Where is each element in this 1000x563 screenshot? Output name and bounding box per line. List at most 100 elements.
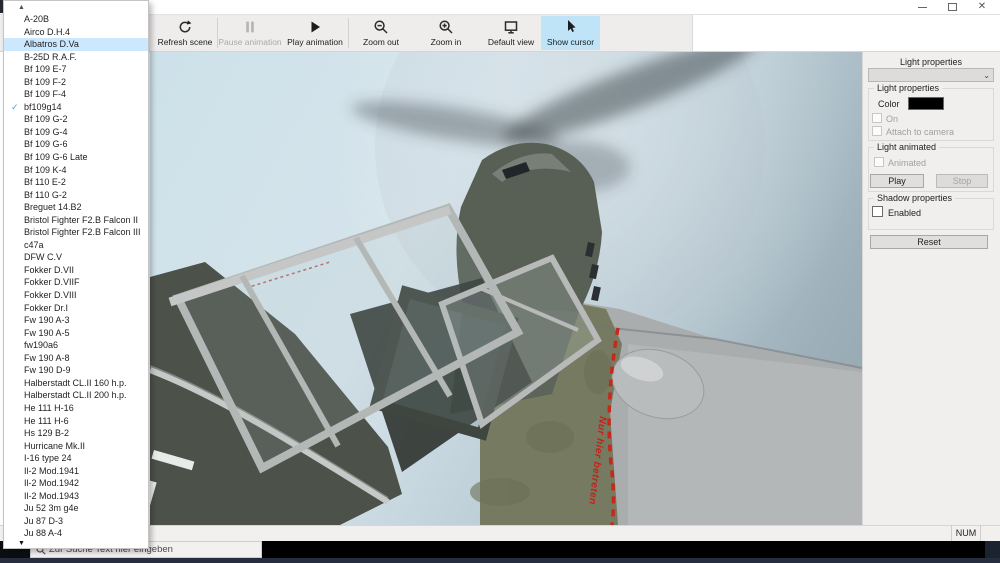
check-icon: ✓ (11, 101, 19, 112)
aircraft-list-item[interactable]: Ju 87 D-3 (4, 515, 148, 528)
aircraft-list-item[interactable]: Fw 190 A-5 (4, 327, 148, 340)
reset-button[interactable]: Reset (870, 235, 988, 249)
aircraft-list-item[interactable]: A-20B (4, 13, 148, 26)
aircraft-list-item-label: Bf 109 G-6 Late (24, 152, 88, 163)
aircraft-list-item[interactable]: Fw 190 A-3 (4, 314, 148, 327)
toolbar-button-label: Show cursor (546, 37, 595, 47)
aircraft-list-item[interactable]: Bf 109 K-4 (4, 164, 148, 177)
aircraft-list-item[interactable]: Fokker Dr.I (4, 302, 148, 315)
aircraft-list-item[interactable]: Halberstadt CL.II 160 h.p. (4, 377, 148, 390)
scroll-down-button[interactable]: ▼ (4, 539, 148, 548)
show-cursor-button[interactable]: Show cursor (541, 16, 600, 50)
aircraft-list-item-label: Fokker D.VIIF (24, 277, 80, 288)
aircraft-list-item-label: Breguet 14.B2 (24, 202, 82, 213)
stop-button: Stop (936, 174, 988, 188)
aircraft-list-item[interactable]: DFW C.V (4, 251, 148, 264)
aircraft-list-item-label: I-16 type 24 (24, 453, 72, 464)
aircraft-list-item[interactable]: Fokker D.VIIF (4, 276, 148, 289)
aircraft-list-item-label: Fokker D.VIII (24, 290, 77, 301)
color-swatch[interactable] (908, 97, 944, 110)
aircraft-list-item-label: Fw 190 A-3 (24, 315, 70, 326)
aircraft-list-item[interactable]: Bf 109 G-6 Late (4, 151, 148, 164)
scroll-up-button[interactable]: ▲ (4, 1, 148, 13)
aircraft-list-item[interactable]: Hurricane Mk.II (4, 440, 148, 453)
zoom-in-button[interactable]: Zoom in (414, 16, 478, 50)
aircraft-list-item-label: Bf 109 F-4 (24, 89, 67, 100)
minimize-button[interactable] (907, 0, 937, 14)
aircraft-list-item[interactable]: Il-2 Mod.1942 (4, 477, 148, 490)
aircraft-list-item-label: Ju 52 3m g4e (24, 503, 79, 514)
shadow-properties-group-label: Shadow properties (874, 193, 956, 203)
close-button[interactable]: ✕ (967, 0, 997, 14)
aircraft-list-item[interactable]: Bf 109 E-7 (4, 63, 148, 76)
aircraft-list-item[interactable]: Bf 109 G-4 (4, 126, 148, 139)
aircraft-list-item[interactable]: Fokker D.VIII (4, 289, 148, 302)
scroll-down-icon: ▼ (18, 540, 25, 547)
aircraft-list-item-label: He 111 H-16 (24, 402, 74, 413)
aircraft-list-item-label: Albatros D.Va (24, 39, 79, 50)
zoom-in-icon (439, 20, 453, 34)
aircraft-list-item-label: Bf 109 G-4 (24, 126, 68, 137)
aircraft-list-item-label: Fw 190 D-9 (24, 365, 71, 376)
aircraft-list-item[interactable]: Bf 110 G-2 (4, 189, 148, 202)
aircraft-list-item[interactable]: Bf 109 G-2 (4, 113, 148, 126)
light-select-combobox[interactable]: ⌄ (868, 68, 994, 82)
aircraft-list-item[interactable]: Bf 109 G-6 (4, 138, 148, 151)
aircraft-list-item[interactable]: Airco D.H.4 (4, 26, 148, 39)
aircraft-list-item[interactable]: Breguet 14.B2 (4, 201, 148, 214)
aircraft-list-item[interactable]: Albatros D.Va (4, 38, 148, 51)
light-panel-header: Light properties (899, 57, 963, 67)
attach-to-camera-checkbox (872, 126, 882, 136)
aircraft-list-item[interactable]: B-25D R.A.F. (4, 51, 148, 64)
aircraft-list-item[interactable]: He 111 H-6 (4, 415, 148, 428)
aircraft-list-item[interactable]: fw190a6 (4, 339, 148, 352)
aircraft-list-item[interactable]: Bristol Fighter F2.B Falcon III (4, 226, 148, 239)
aircraft-list: A-20B Airco D.H.4 Albatros D.Va B-25D R.… (4, 13, 148, 539)
aircraft-list-item-label: Il-2 Mod.1941 (24, 465, 80, 476)
scene-viewport[interactable]: Nur hier betreten (150, 52, 862, 525)
zoom-out-button[interactable]: Zoom out (349, 16, 413, 50)
aircraft-list-item-label: Fokker Dr.I (24, 302, 69, 313)
toolbar-button-label: Refresh scene (157, 37, 213, 47)
play-button[interactable]: Play (870, 174, 924, 188)
aircraft-list-item-label: bf109g14 (24, 101, 62, 112)
aircraft-list-item[interactable]: Ju 88 A-4 (4, 527, 148, 539)
aircraft-list-item-label: Bristol Fighter F2.B Falcon III (24, 227, 141, 238)
aircraft-list-item-label: Hs 129 B-2 (24, 428, 70, 439)
animated-checkbox (874, 157, 884, 167)
aircraft-list-item[interactable]: Halberstadt CL.II 200 h.p. (4, 389, 148, 402)
aircraft-list-item[interactable]: Bf 110 E-2 (4, 176, 148, 189)
aircraft-list-item[interactable]: Fw 190 D-9 (4, 364, 148, 377)
light-animated-group-label: Light animated (874, 142, 940, 152)
chevron-down-icon: ⌄ (983, 70, 990, 80)
default-view-button[interactable]: Default view (479, 16, 543, 50)
refresh-scene-button[interactable]: Refresh scene (153, 16, 217, 50)
aircraft-list-item[interactable]: He 111 H-16 (4, 402, 148, 415)
toolbar-button-label: Default view (487, 37, 535, 47)
aircraft-list-item[interactable]: Bf 109 F-4 (4, 88, 148, 101)
aircraft-list-item[interactable]: Ju 52 3m g4e (4, 502, 148, 515)
aircraft-list-item[interactable]: Bristol Fighter F2.B Falcon II (4, 214, 148, 227)
aircraft-list-item[interactable]: Il-2 Mod.1943 (4, 490, 148, 503)
animated-checkbox-label: Animated (888, 158, 927, 168)
aircraft-list-item[interactable]: ✓ bf109g14 (4, 101, 148, 114)
enabled-checkbox[interactable] (872, 206, 883, 217)
aircraft-list-item[interactable]: Hs 129 B-2 (4, 427, 148, 440)
maximize-button[interactable] (937, 0, 967, 14)
aircraft-list-item[interactable]: Fw 190 A-8 (4, 352, 148, 365)
aircraft-list-item[interactable]: c47a (4, 239, 148, 252)
title-bar: ✕ (0, 0, 1000, 14)
aircraft-dropdown: ▲ A-20B Airco D.H.4 Albatros D.Va B-25D … (3, 0, 149, 549)
aircraft-list-item[interactable]: I-16 type 24 (4, 452, 148, 465)
attach-to-camera-label: Attach to camera (886, 127, 955, 137)
num-lock-indicator: NUM (951, 525, 981, 541)
color-label: Color (878, 99, 900, 109)
aircraft-list-item-label: DFW C.V (24, 252, 62, 263)
aircraft-list-item-label: Halberstadt CL.II 200 h.p. (24, 390, 127, 401)
aircraft-list-item[interactable]: Fokker D.VII (4, 264, 148, 277)
close-icon: ✕ (977, 1, 987, 12)
play-animation-button[interactable]: Play animation (283, 16, 347, 50)
aircraft-list-item[interactable]: Bf 109 F-2 (4, 76, 148, 89)
aircraft-list-item[interactable]: Il-2 Mod.1941 (4, 465, 148, 478)
aircraft-list-item-label: Il-2 Mod.1942 (24, 478, 80, 489)
